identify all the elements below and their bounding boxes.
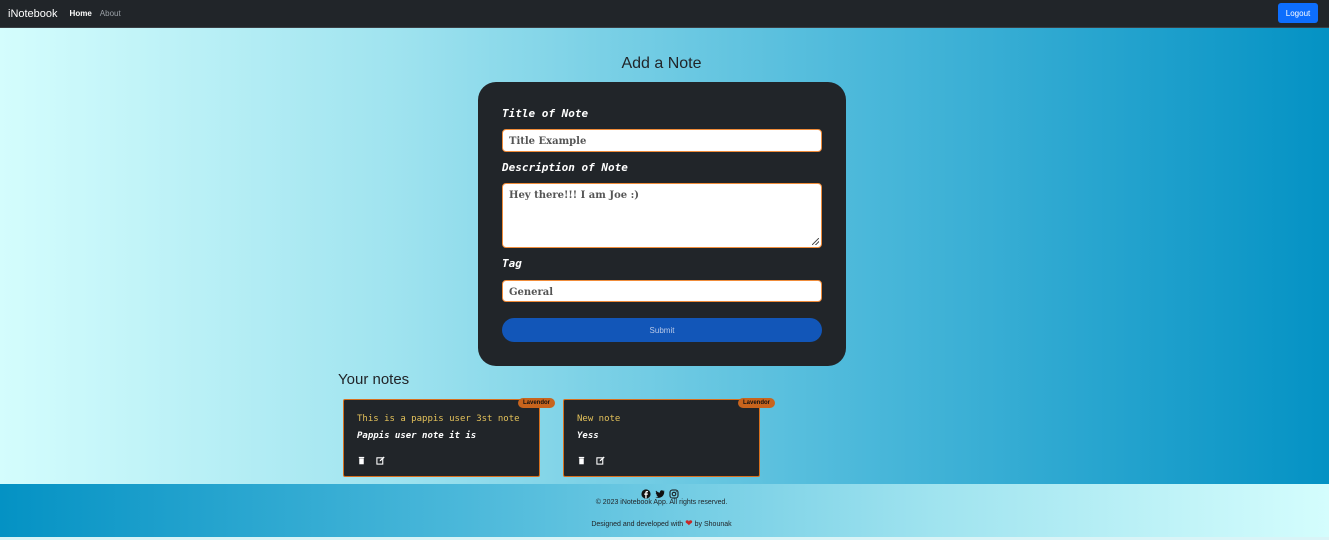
note-actions xyxy=(357,452,385,465)
credit-line: Designed and developed with ❤ by Shounak xyxy=(0,518,1323,529)
nav-link-home[interactable]: Home xyxy=(70,9,92,18)
edit-icon[interactable] xyxy=(596,452,605,465)
resize-grip-icon[interactable] xyxy=(812,238,819,245)
note-card: Lavendor New note Yess xyxy=(563,398,775,477)
note-title: New note xyxy=(577,414,621,424)
description-textarea[interactable]: Hey there!!! I am Joe :) xyxy=(502,183,822,248)
edit-icon[interactable] xyxy=(376,452,385,465)
note-title: This is a pappis user 3st note xyxy=(357,414,520,424)
trash-icon[interactable] xyxy=(357,452,366,465)
trash-icon[interactable] xyxy=(577,452,586,465)
heart-icon: ❤ xyxy=(685,518,693,528)
title-input[interactable]: Title Example xyxy=(502,129,822,152)
description-text: Hey there!!! I am Joe :) xyxy=(509,190,640,201)
credit-prefix: Designed and developed with xyxy=(591,521,684,528)
footer: © 2023 iNotebook App. All rights reserve… xyxy=(0,484,1329,537)
note-tag-badge: Lavendor xyxy=(517,398,555,408)
note-actions xyxy=(577,452,605,465)
add-note-form: Title of Note Title Example Description … xyxy=(478,82,846,366)
submit-button[interactable]: Submit xyxy=(502,318,822,342)
tag-label: Tag xyxy=(502,257,522,270)
navbar: iNotebook Home About Logout xyxy=(0,0,1329,28)
note-description: Yess xyxy=(577,431,599,441)
nav-link-about[interactable]: About xyxy=(100,9,121,18)
brand-logo[interactable]: iNotebook xyxy=(8,8,58,20)
your-notes-heading: Your notes xyxy=(338,371,410,388)
scrollbar[interactable] xyxy=(1323,28,1329,540)
credit-suffix: by Shounak xyxy=(694,521,732,528)
note-card: Lavendor This is a pappis user 3st note … xyxy=(343,398,555,477)
description-label: Description of Note xyxy=(502,161,628,174)
note-tag-badge: Lavendor xyxy=(737,398,775,408)
title-label: Title of Note xyxy=(502,107,589,120)
logout-button[interactable]: Logout xyxy=(1278,3,1318,23)
add-note-heading: Add a Note xyxy=(621,55,702,72)
copyright-text: © 2023 iNotebook App. All rights reserve… xyxy=(595,499,728,506)
note-description: Pappis user note it is xyxy=(357,431,477,441)
tag-input[interactable]: General xyxy=(502,280,822,302)
